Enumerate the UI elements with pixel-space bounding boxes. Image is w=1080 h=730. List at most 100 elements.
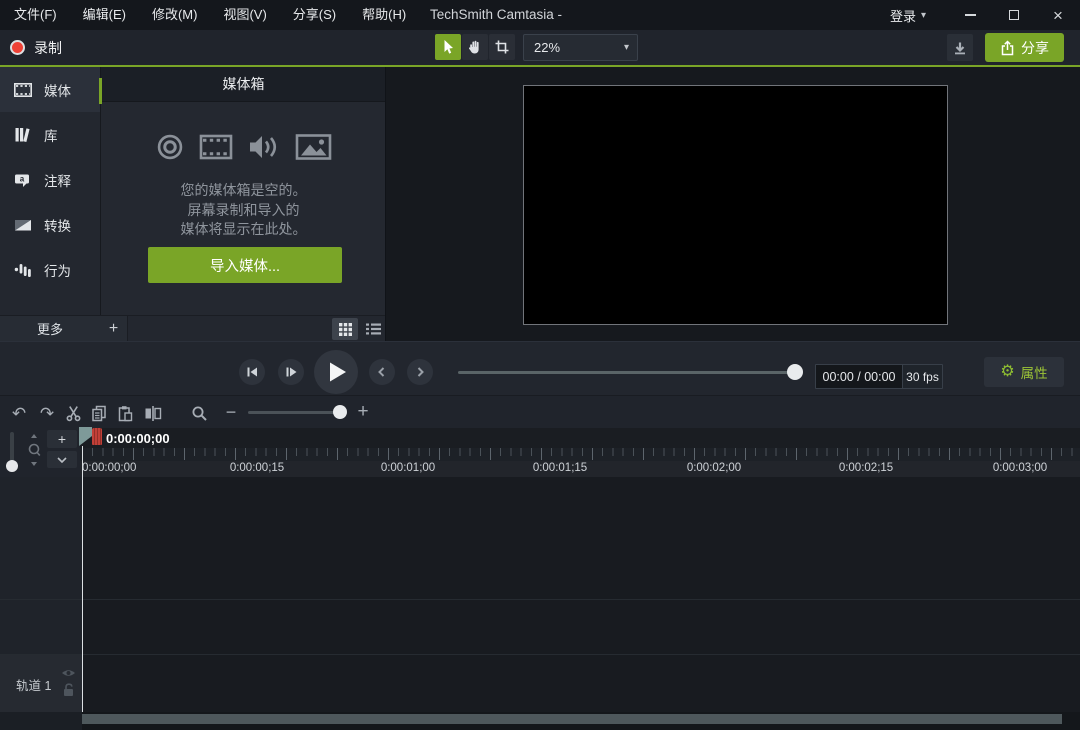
window-controls: × <box>948 0 1080 30</box>
ruler-label: 0:00:02;15 <box>839 462 893 474</box>
lock-open-icon[interactable] <box>63 683 75 697</box>
redo-button[interactable]: ↷ <box>36 402 58 424</box>
add-track-button[interactable]: + <box>47 430 77 448</box>
track-divider <box>0 599 1080 600</box>
sidebar-item-label: 注释 <box>44 170 71 190</box>
pan-tool-button[interactable] <box>462 34 488 60</box>
sign-in-button[interactable]: 登录 ▾ <box>890 0 926 30</box>
track-zoom-icon[interactable] <box>27 433 41 471</box>
paste-button[interactable] <box>114 403 136 423</box>
elapsed-total-time: 00:00 / 00:00 <box>816 365 902 388</box>
record-button[interactable]: 录制 <box>10 30 62 65</box>
sidebar-more-button[interactable]: 更多 <box>0 315 100 341</box>
seek-slider-handle[interactable] <box>787 364 803 380</box>
timeline-zoom-slider-handle[interactable] <box>333 405 347 419</box>
step-back-button[interactable] <box>239 359 265 385</box>
chevron-left-icon <box>375 365 389 379</box>
share-button[interactable]: 分享 <box>985 33 1064 62</box>
empty-bin-message: 您的媒体箱是空的。 屏幕录制和导入的 媒体将显示在此处。 <box>101 181 386 240</box>
step-forward-button[interactable] <box>278 359 304 385</box>
properties-button[interactable]: ⚙ 属性 <box>984 357 1064 387</box>
playhead-grip[interactable] <box>92 428 102 445</box>
filmstrip-icon <box>13 80 33 100</box>
sidebar-item-label: 媒体 <box>44 80 71 100</box>
timeline-zoom-slider[interactable] <box>248 411 345 414</box>
close-button[interactable]: × <box>1036 0 1080 30</box>
horizontal-scrollbar[interactable] <box>82 714 1062 724</box>
share-label: 分享 <box>1021 38 1049 58</box>
maximize-button[interactable] <box>992 0 1036 30</box>
play-button[interactable] <box>314 350 358 394</box>
menu-help[interactable]: 帮助(H) <box>349 0 419 30</box>
jump-start-button[interactable] <box>369 359 395 385</box>
menu-edit[interactable]: 编辑(E) <box>70 0 139 30</box>
ruler-label: 0:00:00;15 <box>230 462 284 474</box>
eye-icon[interactable] <box>61 668 76 678</box>
add-media-button[interactable]: + <box>100 316 128 342</box>
chevron-right-icon <box>413 365 427 379</box>
playback-controls: 00:00 / 00:00 30 fps ⚙ 属性 <box>0 341 1080 395</box>
menu-file[interactable]: 文件(F) <box>1 0 70 30</box>
track-1-header[interactable]: 轨道 1 <box>0 655 82 712</box>
timeline-bottom-left <box>0 712 82 730</box>
media-type-icons <box>101 133 386 161</box>
grid-view-button[interactable] <box>332 318 358 340</box>
books-icon <box>13 125 33 145</box>
chevron-down-icon: ▾ <box>921 10 926 21</box>
cursor-tool-button[interactable] <box>435 34 461 60</box>
menu-modify[interactable]: 修改(M) <box>139 0 211 30</box>
import-media-button[interactable]: 导入媒体... <box>148 247 342 283</box>
undo-button[interactable]: ↶ <box>8 402 30 424</box>
cut-button[interactable] <box>62 403 84 423</box>
sidebar-item-library[interactable]: 库 <box>0 112 100 157</box>
sidebar-item-media[interactable]: 媒体 <box>0 67 100 112</box>
track-height-slider-handle[interactable] <box>6 460 18 472</box>
crop-tool-button[interactable] <box>489 34 515 60</box>
ruler-major-ticks <box>82 448 1080 460</box>
jump-end-button[interactable] <box>407 359 433 385</box>
import-media-label: 导入媒体... <box>210 255 280 276</box>
minimize-button[interactable] <box>948 0 992 30</box>
paste-icon <box>117 405 133 422</box>
list-view-button[interactable] <box>362 319 384 339</box>
download-icon <box>953 41 967 55</box>
empty-line-2: 屏幕录制和导入的 <box>101 201 386 221</box>
sidebar-item-annotations[interactable]: a 注释 <box>0 157 100 202</box>
canvas-zoom-value: 22% <box>524 40 624 55</box>
zoom-in-button[interactable]: + <box>353 400 373 424</box>
image-icon <box>295 133 332 161</box>
media-bin-title: 媒体箱 <box>101 67 386 102</box>
copy-button[interactable] <box>88 403 110 423</box>
svg-text:a: a <box>20 174 25 183</box>
step-forward-icon <box>283 364 299 380</box>
download-button[interactable] <box>947 34 973 61</box>
timeline-zoom-button[interactable] <box>189 403 209 423</box>
track-name: 轨道 1 <box>16 675 51 694</box>
playhead-flag[interactable] <box>79 427 93 447</box>
transition-icon <box>13 215 33 235</box>
window-title: TechSmith Camtasia - <box>430 0 562 30</box>
ruler-label: 0:00:01;15 <box>533 462 587 474</box>
menu-view[interactable]: 视图(V) <box>210 0 279 30</box>
playhead-time: 0:00:00;00 <box>106 431 170 446</box>
sidebar-item-label: 转换 <box>44 215 71 235</box>
ruler-label: 0:00:01;00 <box>381 462 435 474</box>
speaker-icon <box>248 133 280 161</box>
media-bin-title-text: 媒体箱 <box>223 74 265 94</box>
menu-share[interactable]: 分享(S) <box>280 0 349 30</box>
ruler-label-row: 0:00:00;00 0:00:00;15 0:00:01;00 0:00:01… <box>80 461 1080 477</box>
tools-sidebar: 媒体 库 a 注释 转换 <box>0 67 100 315</box>
play-icon <box>329 362 347 382</box>
timeline-tracks-area <box>0 477 1080 712</box>
sidebar-item-transitions[interactable]: 转换 <box>0 202 100 247</box>
ruler-label: 0:00:03;00 <box>993 462 1047 474</box>
seek-slider[interactable] <box>458 371 795 374</box>
sidebar-item-behaviors[interactable]: 行为 <box>0 247 100 292</box>
chevron-down-icon: ▾ <box>624 42 637 53</box>
split-button[interactable] <box>141 403 165 423</box>
zoom-out-button[interactable]: − <box>221 401 241 423</box>
canvas-zoom-dropdown[interactable]: 22% ▾ <box>523 34 638 61</box>
track-tools-column: + <box>0 428 80 477</box>
track-options-button[interactable] <box>47 451 77 468</box>
selected-tab-indicator <box>99 78 102 104</box>
